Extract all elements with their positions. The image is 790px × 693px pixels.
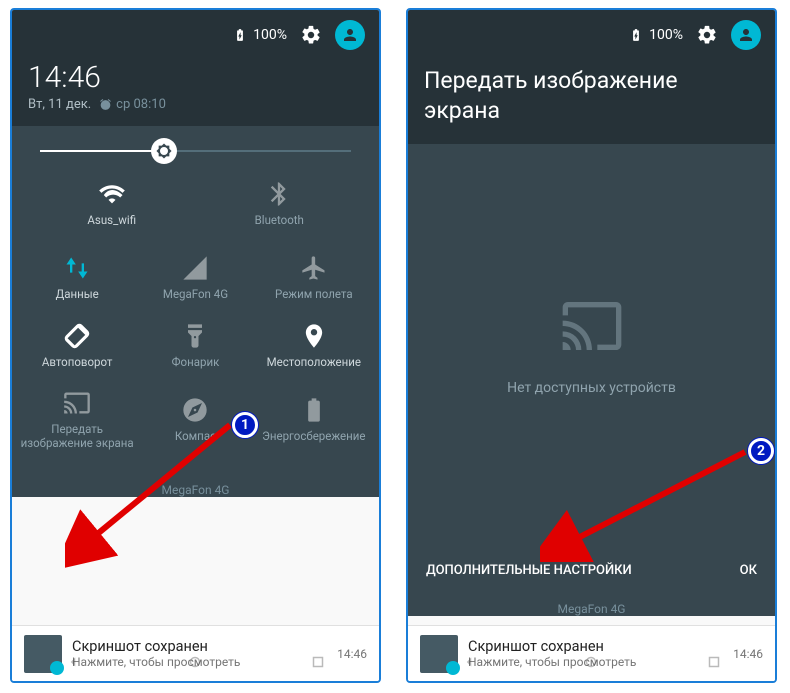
battery-percent: 100% [253, 27, 287, 43]
settings-icon[interactable] [696, 24, 718, 46]
more-settings-button[interactable]: ДОПОЛНИТЕЛЬНЫЕ НАСТРОЙКИ [426, 563, 632, 578]
user-avatar[interactable] [731, 20, 761, 50]
clock-time[interactable]: 14:46 [28, 60, 363, 95]
cast-title: Передать изображение экрана [424, 66, 759, 126]
bluetooth-icon [265, 180, 293, 208]
status-bar: 100% [12, 10, 379, 56]
location-icon [300, 322, 328, 350]
cast-panel: Нет доступных устройств ДОПОЛНИТЕЛЬНЫЕ Н… [408, 144, 775, 616]
cast-icon [63, 389, 91, 417]
quick-settings-panel: Asus_wifi Bluetooth Данные MegaFon 4G [12, 126, 379, 497]
brightness-thumb[interactable] [151, 138, 177, 164]
airplane-icon [300, 254, 328, 282]
tile-bluetooth[interactable]: Bluetooth [196, 170, 364, 238]
cast-header: Передать изображение экрана [408, 56, 775, 144]
tile-label: Asus_wifi [87, 214, 136, 228]
tile-location[interactable]: Местоположение [255, 312, 373, 380]
tile-label: Передать изображение экрана [20, 423, 134, 451]
annotation-bubble-2: 2 [748, 438, 774, 464]
carrier-label: MegaFon 4G [12, 477, 379, 497]
wifi-icon [98, 180, 126, 208]
screenshot-1: 100% 14:46 Вт, 11 дек. ср 08:10 [10, 8, 381, 683]
tile-signal[interactable]: MegaFon 4G [136, 244, 254, 312]
tile-battery-saver[interactable]: Энергосбережение [255, 379, 373, 461]
tile-label: Компас [175, 430, 216, 444]
notif-time: 14:46 [733, 647, 763, 661]
next-alarm[interactable]: ср 08:10 [99, 97, 166, 112]
settings-icon[interactable] [300, 24, 322, 46]
cast-large-icon [560, 294, 624, 358]
alarm-icon [99, 98, 112, 111]
tile-label: Фонарик [172, 356, 220, 370]
battery-charging-icon [233, 28, 247, 42]
tile-data[interactable]: Данные [18, 244, 136, 312]
notif-title: Скриншот сохранен [468, 638, 723, 655]
tile-flashlight[interactable]: Фонарик [136, 312, 254, 380]
notification-card[interactable]: Скриншот сохранен Нажмите, чтобы просмот… [12, 625, 379, 681]
data-icon [63, 254, 91, 282]
cast-empty-text: Нет доступных устройств [507, 380, 676, 396]
date-text[interactable]: Вт, 11 дек. [28, 97, 91, 112]
tile-rotate[interactable]: Автоповорот [18, 312, 136, 380]
battery-status: 100% [629, 27, 683, 43]
user-avatar[interactable] [335, 20, 365, 50]
rotate-icon [63, 322, 91, 350]
status-bar: 100% [408, 10, 775, 56]
tile-label: MegaFon 4G [163, 288, 228, 302]
notif-thumbnail [24, 635, 62, 673]
notif-thumbnail [420, 635, 458, 673]
notif-subtitle: Нажмите, чтобы просмотреть [468, 655, 723, 669]
battery-status: 100% [233, 27, 287, 43]
tile-airplane[interactable]: Режим полета [255, 244, 373, 312]
tile-wifi[interactable]: Asus_wifi [28, 170, 196, 238]
tile-cast[interactable]: Передать изображение экрана [18, 379, 136, 461]
screenshot-2: 100% Передать изображение экрана Нет дос… [406, 8, 777, 683]
tile-label: Данные [56, 288, 99, 302]
battery-charging-icon [629, 28, 643, 42]
compass-icon [181, 396, 209, 424]
notif-title: Скриншот сохранен [72, 638, 327, 655]
annotation-bubble-1: 1 [232, 412, 258, 438]
qs-header: 14:46 Вт, 11 дек. ср 08:10 [12, 56, 379, 126]
battery-saver-icon [300, 396, 328, 424]
battery-percent: 100% [649, 27, 683, 43]
ok-button[interactable]: ОК [740, 563, 757, 578]
tile-label: Местоположение [267, 356, 361, 370]
brightness-icon [156, 143, 172, 159]
notif-subtitle: Нажмите, чтобы просмотреть [72, 655, 327, 669]
signal-icon [181, 254, 209, 282]
notif-time: 14:46 [337, 647, 367, 661]
brightness-slider[interactable] [12, 126, 379, 164]
tile-label: Энергосбережение [262, 430, 365, 444]
notification-card[interactable]: Скриншот сохранен Нажмите, чтобы просмот… [408, 625, 775, 681]
tile-label: Режим полета [275, 288, 353, 302]
flashlight-icon [181, 322, 209, 350]
carrier-label: MegaFon 4G [408, 596, 775, 616]
tile-label: Bluetooth [255, 214, 304, 228]
tile-label: Автоповорот [42, 356, 113, 370]
